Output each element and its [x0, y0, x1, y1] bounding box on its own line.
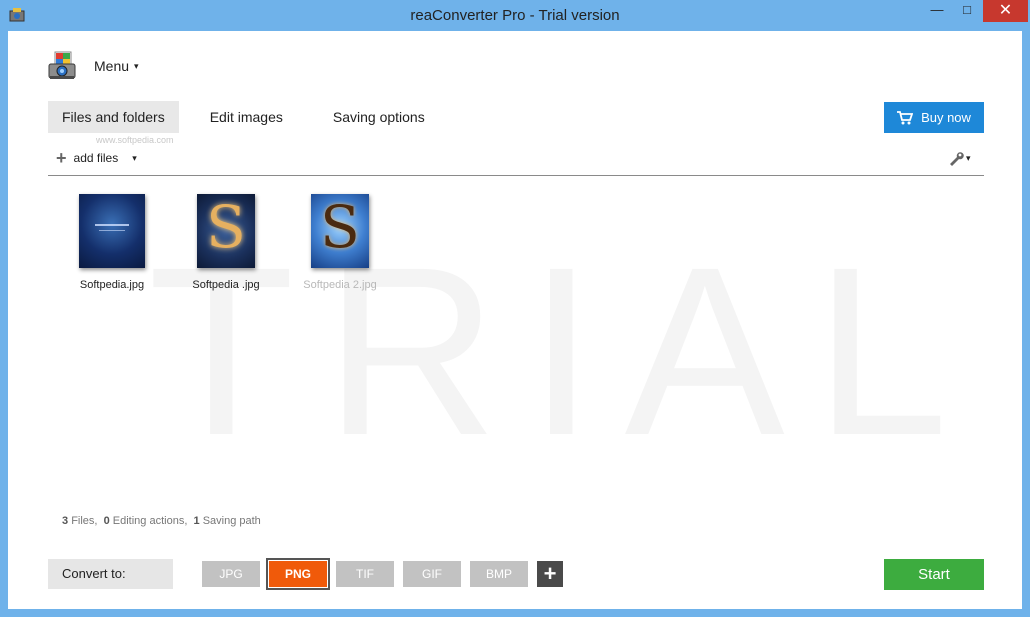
files-count: 3: [62, 515, 69, 527]
format-jpg-button[interactable]: JPG: [202, 561, 260, 587]
window-title: reaConverter Pro - Trial version: [410, 7, 620, 24]
menu-button[interactable]: Menu ▾: [46, 48, 166, 84]
menu-label: Menu: [94, 58, 130, 74]
format-bmp-button[interactable]: BMP: [470, 561, 528, 587]
file-name: Softpedia 2.jpg: [303, 279, 377, 291]
file-item[interactable]: S Softpedia .jpg: [176, 194, 276, 291]
convert-to-label: Convert to:: [48, 559, 173, 589]
status-summary: 3 Files, 0 Editing actions, 1 Saving pat…: [62, 515, 261, 527]
tab-bar: Files and folders Edit images Saving opt…: [48, 101, 450, 133]
editing-count: 0: [103, 515, 110, 527]
softpedia-watermark: www.softpedia.com: [96, 135, 174, 145]
editing-label: Editing actions,: [112, 515, 188, 527]
file-thumbnail[interactable]: S: [311, 194, 369, 268]
file-name: Softpedia .jpg: [192, 279, 260, 291]
start-button[interactable]: Start: [884, 559, 984, 590]
file-name: Softpedia.jpg: [79, 279, 145, 291]
saving-label: Saving path: [202, 515, 261, 527]
tab-saving-options[interactable]: Saving options: [308, 101, 450, 133]
add-files-button[interactable]: + add files ▾: [56, 149, 137, 167]
app-logo-icon: [48, 51, 76, 79]
saving-count: 1: [193, 515, 200, 527]
tab-files-and-folders[interactable]: Files and folders: [48, 101, 179, 133]
buy-now-label: Buy now: [921, 110, 971, 125]
file-item[interactable]: S Softpedia 2.jpg: [290, 194, 390, 291]
app-window: reaConverter Pro - Trial version — □ ✕ T…: [0, 0, 1030, 617]
wrench-icon: [950, 152, 964, 166]
add-files-label: add files: [73, 151, 119, 165]
main-panel: TRIAL Menu ▾ Files and folders Edit imag…: [8, 31, 1022, 609]
format-list: JPG PNG TIF GIF BMP +: [202, 558, 563, 590]
buy-now-button[interactable]: Buy now: [884, 102, 984, 133]
file-item[interactable]: Softpedia.jpg: [62, 194, 162, 291]
file-thumbnail[interactable]: S: [197, 194, 255, 268]
settings-menu-button[interactable]: ▾: [948, 148, 971, 168]
add-files-dropdown-icon[interactable]: ▾: [132, 153, 137, 164]
format-tif-button[interactable]: TIF: [336, 561, 394, 587]
file-thumbnail[interactable]: [79, 194, 145, 268]
tab-edit-images[interactable]: Edit images: [185, 101, 308, 133]
chevron-down-icon: ▾: [134, 60, 139, 71]
maximize-button[interactable]: □: [954, 0, 980, 22]
cart-icon: [897, 110, 914, 124]
chevron-down-icon: ▾: [966, 152, 971, 163]
minimize-button[interactable]: —: [920, 0, 954, 22]
format-gif-button[interactable]: GIF: [403, 561, 461, 587]
close-button[interactable]: ✕: [983, 0, 1028, 22]
plus-icon: +: [56, 148, 67, 168]
format-png-button[interactable]: PNG: [266, 558, 330, 590]
files-label: Files,: [71, 515, 98, 527]
add-format-button[interactable]: +: [537, 561, 563, 587]
toolbar-divider: [48, 175, 984, 176]
title-bar[interactable]: reaConverter Pro - Trial version — □ ✕: [0, 0, 1030, 31]
